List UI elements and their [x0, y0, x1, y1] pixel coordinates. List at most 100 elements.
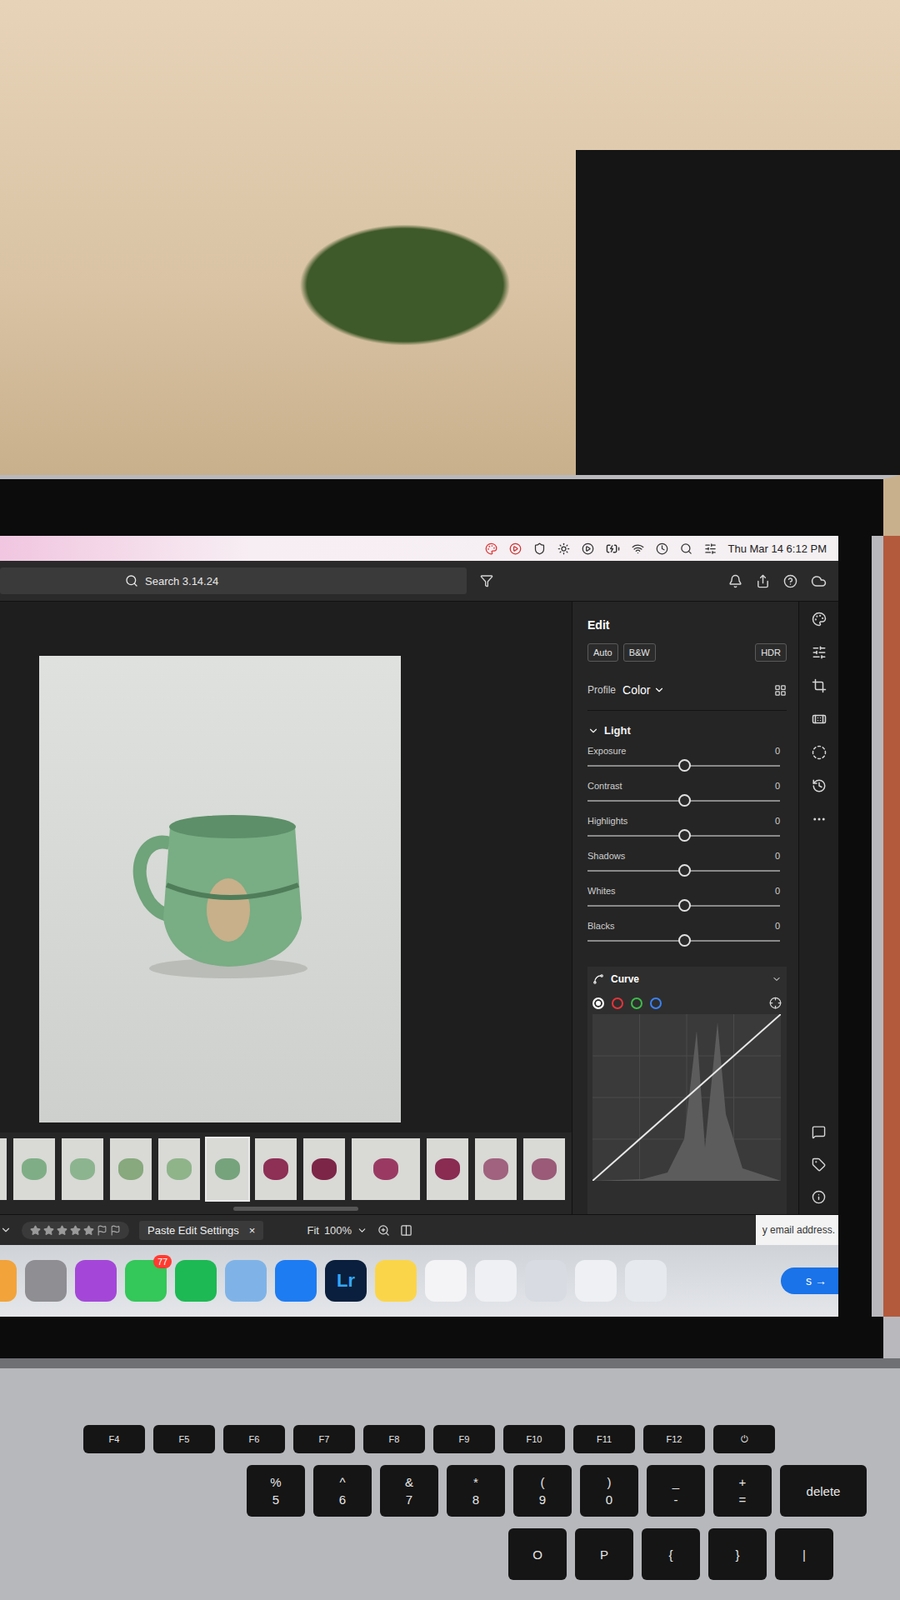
keyboard-key[interactable]: F12	[643, 1425, 705, 1454]
filmstrip-thumb[interactable]	[60, 1136, 105, 1202]
preset-button[interactable]: Auto	[587, 643, 619, 662]
dock-app[interactable]	[525, 1260, 567, 1302]
filmstrip-thumb[interactable]	[0, 1136, 9, 1202]
dock-app[interactable]	[275, 1260, 317, 1302]
slider-thumb[interactable]	[678, 794, 691, 807]
presets-icon[interactable]	[811, 611, 827, 627]
keyboard-key[interactable]: *8	[446, 1465, 505, 1517]
preset-button[interactable]: B&W	[623, 643, 656, 662]
comment-icon[interactable]	[811, 1125, 826, 1140]
dock-app[interactable]	[175, 1260, 217, 1302]
light-slider[interactable]: Exposure0	[587, 745, 787, 772]
keyboard-key[interactable]: F8	[363, 1425, 425, 1454]
slider-track[interactable]	[587, 765, 780, 767]
keyboard-key[interactable]: delete	[780, 1465, 867, 1517]
keyboard-key[interactable]: P	[575, 1528, 634, 1580]
slider-track[interactable]	[587, 835, 780, 837]
more-icon[interactable]	[811, 811, 827, 827]
filmstrip-thumb[interactable]	[11, 1136, 57, 1202]
dock-app[interactable]	[0, 1260, 17, 1302]
filmstrip-thumb[interactable]	[473, 1136, 519, 1202]
profile-dropdown[interactable]: Color	[622, 683, 665, 697]
slider-track[interactable]	[587, 870, 780, 872]
keyboard-key[interactable]: {	[641, 1528, 700, 1580]
slider-value[interactable]: 0	[775, 885, 780, 896]
slider-value[interactable]: 0	[775, 815, 780, 826]
slider-value[interactable]: 0	[775, 850, 780, 861]
light-slider[interactable]: Blacks0	[587, 920, 787, 947]
close-button[interactable]: ×	[249, 1224, 256, 1237]
compare-icon[interactable]	[400, 1224, 413, 1237]
tag-icon[interactable]	[811, 1157, 826, 1172]
zoom-icon[interactable]	[377, 1224, 390, 1237]
light-slider[interactable]: Highlights0	[587, 815, 787, 842]
curve-graph[interactable]	[587, 1014, 787, 1215]
keyboard-key[interactable]: ^6	[313, 1465, 372, 1517]
keyboard-key[interactable]: F6	[223, 1425, 285, 1454]
filmstrip-thumb[interactable]	[205, 1136, 250, 1202]
filmstrip-thumb[interactable]	[301, 1136, 347, 1202]
crop-icon[interactable]	[811, 678, 827, 694]
dock-app[interactable]	[425, 1260, 467, 1302]
keyboard-key[interactable]: )0	[580, 1465, 639, 1517]
dock-app[interactable]	[625, 1260, 667, 1302]
mug-photo[interactable]	[39, 655, 401, 1123]
share-icon[interactable]	[755, 574, 770, 589]
slider-value[interactable]: 0	[775, 920, 780, 931]
keyboard-key[interactable]: F10	[503, 1425, 565, 1454]
filter-icon[interactable]	[480, 574, 494, 588]
keyboard-key[interactable]: }	[708, 1528, 767, 1580]
filmstrip-thumb[interactable]	[156, 1136, 202, 1202]
keyboard-key[interactable]: F4	[83, 1425, 145, 1454]
slider-track[interactable]	[587, 905, 780, 907]
cloud-icon[interactable]	[810, 573, 827, 590]
light-header[interactable]: Light	[587, 724, 787, 737]
light-slider[interactable]: Shadows0	[587, 850, 787, 877]
record-icon[interactable]	[509, 542, 522, 555]
filmstrip-thumb[interactable]	[521, 1136, 567, 1202]
brightness-icon[interactable]	[557, 542, 570, 555]
control-center-icon[interactable]	[704, 542, 717, 555]
filmstrip-thumb[interactable]	[253, 1136, 299, 1202]
filmstrip-thumb[interactable]	[108, 1136, 154, 1202]
healing-icon[interactable]	[811, 711, 827, 727]
slider-value[interactable]: 0	[775, 745, 780, 756]
keyboard-key[interactable]: F7	[293, 1425, 355, 1454]
dock-app[interactable]	[225, 1260, 267, 1302]
slider-track[interactable]	[587, 940, 780, 942]
wifi-icon[interactable]	[631, 542, 645, 555]
filmstrip-thumb[interactable]	[350, 1136, 422, 1202]
slider-track[interactable]	[587, 800, 780, 802]
masking-icon[interactable]	[811, 745, 827, 760]
background-page-button[interactable]: s →	[780, 1267, 839, 1295]
profile-browser-icon[interactable]	[774, 684, 787, 697]
battery-icon[interactable]	[605, 541, 620, 556]
keyboard-key[interactable]: |	[775, 1528, 834, 1580]
filmstrip-scrollbar[interactable]	[233, 1206, 359, 1211]
keyboard-key[interactable]: &7	[380, 1465, 439, 1517]
star-rating[interactable]	[21, 1221, 130, 1240]
keyboard-key[interactable]: (9	[513, 1465, 572, 1517]
zoom-selector[interactable]: Fit100%	[306, 1224, 368, 1237]
keyboard-key[interactable]: F11	[573, 1425, 635, 1454]
search-field[interactable]: Search 3.14.24	[0, 567, 467, 595]
star-icon[interactable]	[83, 1225, 95, 1236]
keyboard-key[interactable]: O	[508, 1528, 567, 1580]
channel-button[interactable]	[650, 997, 662, 1010]
dock-app[interactable]	[475, 1260, 517, 1302]
dock-app[interactable]	[575, 1260, 617, 1302]
channel-button[interactable]	[592, 997, 605, 1010]
keyboard-key[interactable]: F9	[433, 1425, 495, 1454]
flag-icon[interactable]	[96, 1225, 108, 1236]
slider-thumb[interactable]	[678, 934, 691, 947]
dock-app[interactable]	[25, 1260, 67, 1302]
channel-button[interactable]	[630, 997, 643, 1010]
menu-clock[interactable]: Thu Mar 14 6:12 PM	[728, 542, 828, 555]
bell-icon[interactable]	[728, 574, 743, 589]
slider-thumb[interactable]	[678, 864, 691, 877]
play-icon[interactable]	[581, 542, 595, 555]
hdr-button[interactable]: HDR	[755, 643, 787, 662]
keyboard-key[interactable]: ⏻	[713, 1425, 775, 1454]
slider-thumb[interactable]	[678, 829, 691, 842]
keyboard-key[interactable]: %5	[246, 1465, 305, 1517]
